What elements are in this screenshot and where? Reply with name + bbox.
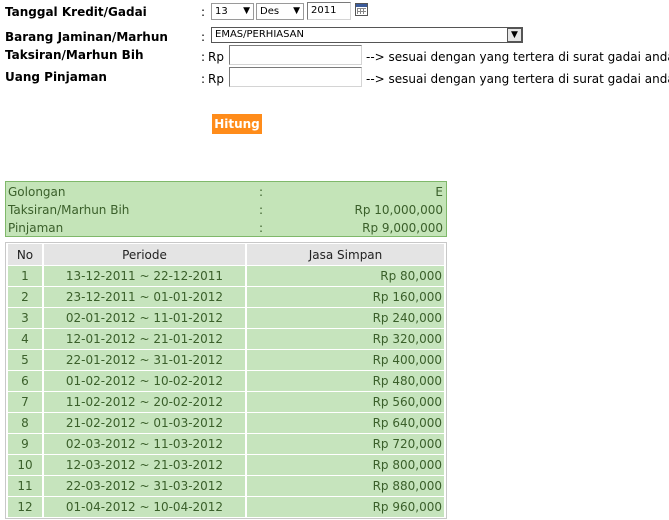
- summary-key: Pinjaman: [8, 221, 64, 235]
- summary-colon: :: [259, 203, 264, 217]
- summary-row-taksiran: Taksiran/Marhun Bih : Rp 10,000,000: [8, 201, 443, 219]
- table-row: 5 22-01-2012 ~ 31-01-2012 Rp 400,000: [8, 350, 444, 370]
- cell-no: 8: [8, 413, 42, 433]
- summary-colon: :: [259, 221, 264, 235]
- summary-value: E: [435, 185, 443, 199]
- cell-periode: 01-04-2012 ~ 10-04-2012: [44, 497, 245, 517]
- cell-periode: 02-03-2012 ~ 11-03-2012: [44, 434, 245, 454]
- summary-key: Golongan: [8, 185, 66, 199]
- summary-box: Golongan : E Taksiran/Marhun Bih : Rp 10…: [5, 181, 447, 237]
- uang-input[interactable]: [229, 67, 362, 87]
- summary-row-pinjaman: Pinjaman : Rp 9,000,000: [8, 219, 443, 237]
- tanggal-label: Tanggal Kredit/Gadai: [5, 5, 147, 19]
- summary-colon: :: [259, 185, 264, 199]
- table-row: 1 13-12-2011 ~ 22-12-2011 Rp 80,000: [8, 266, 444, 286]
- tanggal-colon: :: [201, 5, 206, 19]
- table-header-row: No Periode Jasa Simpan: [8, 244, 444, 265]
- cell-no: 11: [8, 476, 42, 496]
- month-value: Des: [260, 6, 280, 17]
- header-periode: Periode: [44, 244, 245, 265]
- table-row: 6 01-02-2012 ~ 10-02-2012 Rp 480,000: [8, 371, 444, 391]
- table-row: 4 12-01-2012 ~ 21-01-2012 Rp 320,000: [8, 329, 444, 349]
- taksiran-colon: :: [201, 50, 206, 64]
- month-select[interactable]: Des ▼: [256, 3, 304, 20]
- year-input[interactable]: 2011: [307, 2, 351, 20]
- header-jasa-simpan: Jasa Simpan: [247, 244, 444, 265]
- table-row: 12 01-04-2012 ~ 10-04-2012 Rp 960,000: [8, 497, 444, 517]
- table-row: 10 12-03-2012 ~ 21-03-2012 Rp 800,000: [8, 455, 444, 475]
- table-row: 3 02-01-2012 ~ 11-01-2012 Rp 240,000: [8, 308, 444, 328]
- cell-no: 5: [8, 350, 42, 370]
- uang-note: --> sesuai dengan yang tertera di surat …: [366, 72, 669, 86]
- cell-jasa-simpan: Rp 320,000: [247, 329, 444, 349]
- cell-periode: 13-12-2011 ~ 22-12-2011: [44, 266, 245, 286]
- cell-no: 4: [8, 329, 42, 349]
- cell-periode: 22-03-2012 ~ 31-03-2012: [44, 476, 245, 496]
- barang-select[interactable]: EMAS/PERHIASAN ▼: [211, 27, 523, 43]
- day-value: 13: [215, 6, 228, 17]
- cell-no: 10: [8, 455, 42, 475]
- barang-value: EMAS/PERHIASAN: [215, 29, 304, 40]
- cell-jasa-simpan: Rp 640,000: [247, 413, 444, 433]
- table-row: 2 23-12-2011 ~ 01-01-2012 Rp 160,000: [8, 287, 444, 307]
- cell-no: 12: [8, 497, 42, 517]
- cell-no: 6: [8, 371, 42, 391]
- cell-periode: 12-03-2012 ~ 21-03-2012: [44, 455, 245, 475]
- cell-no: 7: [8, 392, 42, 412]
- uang-rp: Rp: [208, 72, 224, 86]
- chevron-down-icon: ▼: [293, 6, 300, 16]
- cell-periode: 22-01-2012 ~ 31-01-2012: [44, 350, 245, 370]
- cell-jasa-simpan: Rp 560,000: [247, 392, 444, 412]
- schedule-table: No Periode Jasa Simpan 1 13-12-2011 ~ 22-…: [5, 242, 447, 519]
- summary-key: Taksiran/Marhun Bih: [8, 203, 130, 217]
- cell-periode: 12-01-2012 ~ 21-01-2012: [44, 329, 245, 349]
- barang-label: Barang Jaminan/Marhun: [5, 30, 168, 44]
- summary-value: Rp 10,000,000: [354, 203, 443, 217]
- table-row: 11 22-03-2012 ~ 31-03-2012 Rp 880,000: [8, 476, 444, 496]
- table-row: 7 11-02-2012 ~ 20-02-2012 Rp 560,000: [8, 392, 444, 412]
- uang-label: Uang Pinjaman: [5, 70, 107, 84]
- cell-jasa-simpan: Rp 160,000: [247, 287, 444, 307]
- cell-periode: 02-01-2012 ~ 11-01-2012: [44, 308, 245, 328]
- cell-periode: 11-02-2012 ~ 20-02-2012: [44, 392, 245, 412]
- hitung-button[interactable]: Hitung: [212, 114, 262, 134]
- chevron-down-icon: ▼: [507, 28, 522, 42]
- table-row: 9 02-03-2012 ~ 11-03-2012 Rp 720,000: [8, 434, 444, 454]
- cell-jasa-simpan: Rp 480,000: [247, 371, 444, 391]
- calendar-icon[interactable]: [355, 3, 368, 16]
- table-row: 8 21-02-2012 ~ 01-03-2012 Rp 640,000: [8, 413, 444, 433]
- summary-row-golongan: Golongan : E: [8, 183, 443, 201]
- cell-jasa-simpan: Rp 80,000: [247, 266, 444, 286]
- barang-colon: :: [201, 30, 206, 44]
- uang-colon: :: [201, 72, 206, 86]
- taksiran-input[interactable]: [229, 45, 362, 65]
- cell-no: 2: [8, 287, 42, 307]
- cell-jasa-simpan: Rp 400,000: [247, 350, 444, 370]
- cell-jasa-simpan: Rp 960,000: [247, 497, 444, 517]
- cell-jasa-simpan: Rp 800,000: [247, 455, 444, 475]
- cell-jasa-simpan: Rp 880,000: [247, 476, 444, 496]
- cell-periode: 01-02-2012 ~ 10-02-2012: [44, 371, 245, 391]
- taksiran-note: --> sesuai dengan yang tertera di surat …: [366, 50, 669, 64]
- chevron-down-icon: ▼: [243, 6, 250, 16]
- day-select[interactable]: 13 ▼: [211, 3, 254, 20]
- header-no: No: [8, 244, 42, 265]
- summary-value: Rp 9,000,000: [362, 221, 443, 235]
- cell-jasa-simpan: Rp 720,000: [247, 434, 444, 454]
- cell-periode: 23-12-2011 ~ 01-01-2012: [44, 287, 245, 307]
- taksiran-label: Taksiran/Marhun Bih: [5, 48, 144, 62]
- cell-jasa-simpan: Rp 240,000: [247, 308, 444, 328]
- cell-periode: 21-02-2012 ~ 01-03-2012: [44, 413, 245, 433]
- cell-no: 3: [8, 308, 42, 328]
- cell-no: 1: [8, 266, 42, 286]
- cell-no: 9: [8, 434, 42, 454]
- taksiran-rp: Rp: [208, 50, 224, 64]
